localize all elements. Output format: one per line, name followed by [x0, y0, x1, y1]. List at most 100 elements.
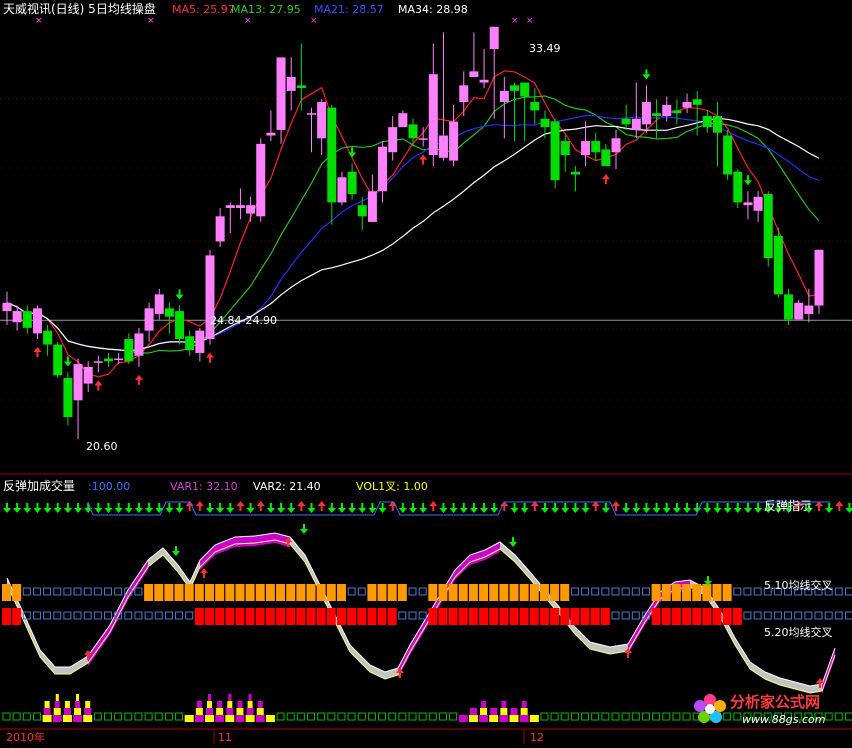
cross520-bar	[12, 608, 22, 625]
down-arrow-icon	[419, 503, 428, 513]
cross520-empty	[763, 611, 772, 620]
up-arrow-icon	[601, 174, 610, 185]
cross520-empty	[418, 611, 427, 620]
cross510-bar	[255, 584, 265, 601]
cross510-empty	[347, 587, 356, 596]
cross520-empty	[611, 611, 620, 620]
candle-body	[713, 115, 722, 133]
candle-body	[692, 99, 702, 105]
volume-empty	[104, 712, 112, 721]
volume-empty	[601, 712, 610, 721]
cross510-bar	[377, 584, 387, 601]
candle-body	[560, 141, 570, 156]
volume-empty	[540, 712, 549, 721]
volume-block	[469, 708, 477, 715]
cross510-empty	[83, 587, 92, 596]
cross510-bar	[519, 584, 529, 601]
candle-body	[743, 202, 753, 206]
down-arrow-icon	[145, 503, 154, 513]
cross510-bar	[2, 584, 11, 601]
candle-body	[753, 196, 763, 211]
cross520-empty	[844, 611, 852, 620]
down-arrow-icon	[33, 503, 42, 513]
cross510-label: 5.10均线交叉	[764, 578, 833, 592]
volume-empty	[398, 712, 407, 721]
down-arrow-icon	[662, 503, 671, 513]
candle-body	[499, 90, 509, 103]
candle-body	[43, 330, 53, 345]
candle-body	[175, 311, 185, 339]
cross520-bar	[529, 608, 539, 625]
cross510-bar	[235, 584, 245, 601]
cross520-empty	[164, 611, 173, 620]
cross510-empty	[631, 587, 640, 596]
cross520-label: 5.20均线交叉	[764, 625, 833, 639]
cross510-empty	[581, 587, 590, 596]
cross510-bar	[316, 584, 326, 601]
volume-empty	[611, 712, 620, 721]
cross520-bar	[225, 608, 235, 625]
volume-block	[44, 701, 50, 708]
down-arrow-icon	[490, 503, 499, 513]
down-arrow-icon	[13, 503, 22, 513]
cross510-bar	[194, 584, 204, 601]
cross520-empty	[621, 611, 630, 620]
volume-block	[205, 715, 214, 722]
down-arrow-icon	[642, 69, 651, 80]
cross520-bar	[255, 608, 265, 625]
up-arrow-icon	[317, 501, 326, 511]
candle-body	[12, 311, 22, 323]
candle-body	[73, 364, 83, 401]
volume-empty	[347, 712, 356, 721]
down-arrow-icon	[469, 503, 478, 513]
cross510-bar	[438, 584, 448, 601]
volume-block	[227, 701, 233, 708]
cross510-bar	[154, 584, 164, 601]
cross520-empty	[53, 611, 62, 620]
volume-block	[196, 701, 202, 708]
down-arrow-icon	[672, 503, 681, 513]
up-arrow-icon	[94, 380, 103, 391]
down-arrow-icon	[277, 503, 286, 513]
down-arrow-icon	[632, 503, 641, 513]
top-cross-mark: ×	[310, 16, 318, 26]
cross510-bar	[428, 584, 438, 601]
candle-body	[235, 205, 245, 208]
volume-block	[257, 701, 263, 708]
volume-block	[468, 715, 478, 722]
down-arrow-icon	[348, 147, 357, 158]
cross520-empty	[43, 611, 52, 620]
cross520-empty	[631, 611, 640, 620]
volume-block	[215, 715, 225, 722]
candle-body	[327, 107, 337, 203]
volume-block	[42, 715, 52, 722]
down-arrow-icon	[206, 503, 214, 513]
cross510-empty	[570, 587, 579, 596]
volume-block	[519, 715, 529, 722]
volume-empty	[164, 712, 173, 721]
cross510-bar	[661, 584, 671, 601]
candle-body	[104, 358, 113, 362]
cross520-empty	[784, 611, 793, 620]
up-arrow-icon	[195, 501, 204, 511]
candle-body	[347, 171, 357, 195]
down-arrow-icon	[845, 503, 852, 513]
watermark: 分析家公式网 www.88gs.com	[694, 690, 844, 730]
volume-empty	[317, 712, 326, 721]
lower-indicator	[2, 501, 852, 722]
cross510-empty	[114, 587, 123, 596]
cross520-bar	[468, 608, 478, 625]
cross520-bar	[692, 608, 702, 625]
cross520-bar	[539, 608, 549, 625]
down-arrow-icon	[743, 175, 752, 186]
down-arrow-icon	[172, 546, 180, 556]
ma34-line	[6, 117, 820, 352]
candle-body	[408, 124, 418, 139]
cross520-bar	[458, 608, 468, 625]
candle-body	[784, 294, 794, 320]
candle-body	[540, 118, 550, 128]
cross510-bar	[164, 584, 174, 601]
cross520-bar	[367, 608, 377, 625]
volume-empty	[428, 712, 437, 721]
volume-empty	[418, 712, 427, 721]
